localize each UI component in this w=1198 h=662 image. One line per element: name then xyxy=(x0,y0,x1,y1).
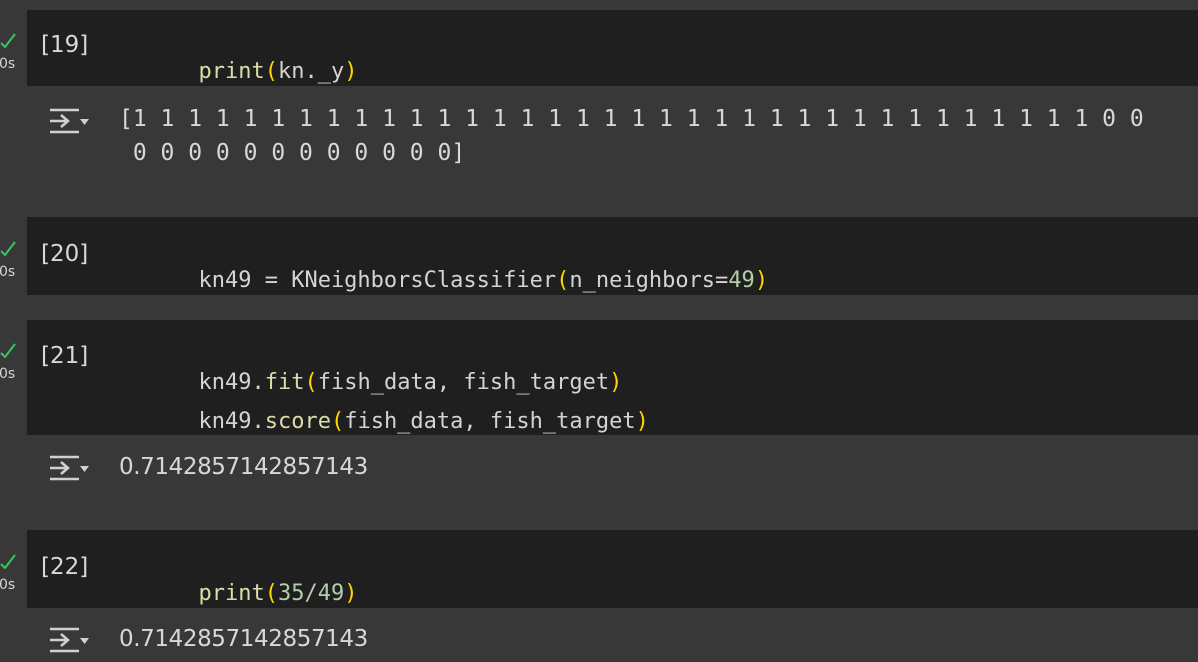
execution-count[interactable]: [22] xyxy=(41,554,88,580)
code-paren-open: ( xyxy=(330,409,345,434)
cell-status-22: 0s xyxy=(0,551,22,601)
execution-count[interactable]: [19] xyxy=(41,32,88,58)
code-number: 49 xyxy=(728,268,755,293)
output-expand-icon[interactable] xyxy=(47,626,91,654)
code-prefix: kn49. xyxy=(198,409,265,434)
code-argument: fish_data, fish_target xyxy=(344,409,636,434)
output-line: [1 1 1 1 1 1 1 1 1 1 1 1 1 1 1 1 1 1 1 1… xyxy=(119,106,1144,132)
cell-output-19: [1 1 1 1 1 1 1 1 1 1 1 1 1 1 1 1 1 1 1 1… xyxy=(27,86,1198,216)
checkmark-icon xyxy=(0,343,16,358)
code-function: print xyxy=(198,581,265,606)
exec-time: 0s xyxy=(0,264,16,280)
code-cell-20[interactable]: [20] kn49 = KNeighborsClassifier(n_neigh… xyxy=(27,217,1198,295)
code-paren-close: ) xyxy=(754,268,769,293)
execution-count[interactable]: [21] xyxy=(41,343,88,369)
cell-output-22: 0.7142857142857143 xyxy=(27,608,1198,662)
code-paren-open: ( xyxy=(264,59,278,84)
code-line[interactable]: kn49 = KNeighborsClassifier(n_neighbors=… xyxy=(119,243,768,318)
output-line: 0 0 0 0 0 0 0 0 0 0 0 0] xyxy=(119,140,466,166)
code-paren-open: ( xyxy=(264,581,278,606)
exec-time: 0s xyxy=(0,366,16,382)
code-prefix: kn49 = xyxy=(198,268,292,293)
code-paren-close: ) xyxy=(344,581,358,606)
checkmark-icon xyxy=(0,554,16,569)
code-function: score xyxy=(264,409,331,434)
output-value: 0.7142857142857143 xyxy=(119,454,368,480)
cell-status-20: 0s xyxy=(0,238,22,288)
output-value: 0.7142857142857143 xyxy=(119,626,368,652)
execution-count[interactable]: [20] xyxy=(41,241,88,267)
code-argument: n_neighbors= xyxy=(569,268,729,293)
code-cell-22[interactable]: [22] print(35/49) xyxy=(27,530,1198,608)
checkmark-icon xyxy=(0,33,16,48)
code-cell-19[interactable]: [19] print(kn._y) xyxy=(27,10,1198,86)
output-expand-icon[interactable] xyxy=(47,107,91,135)
code-cell-21[interactable]: [21] kn49.fit(fish_data, fish_target) kn… xyxy=(27,320,1198,435)
exec-time: 0s xyxy=(0,56,16,72)
output-expand-icon[interactable] xyxy=(47,454,91,482)
checkmark-icon xyxy=(0,241,16,256)
code-paren-open: ( xyxy=(556,268,570,293)
cell-output-21: 0.7142857142857143 xyxy=(27,435,1198,527)
code-class-name: KNeighborsClassifier xyxy=(291,268,557,293)
code-paren-close: ) xyxy=(344,59,358,84)
cell-status-19: 0s xyxy=(0,30,22,80)
notebook: 0s [19] print(kn._y) [1 1 1 1 1 1 1 1 1 … xyxy=(0,0,1198,662)
code-argument: kn._y xyxy=(277,59,345,84)
cell-status-21: 0s xyxy=(0,340,22,390)
exec-time: 0s xyxy=(0,577,16,593)
code-function: print xyxy=(198,59,265,84)
code-paren-close: ) xyxy=(635,409,649,434)
code-number: 35/49 xyxy=(277,581,345,606)
